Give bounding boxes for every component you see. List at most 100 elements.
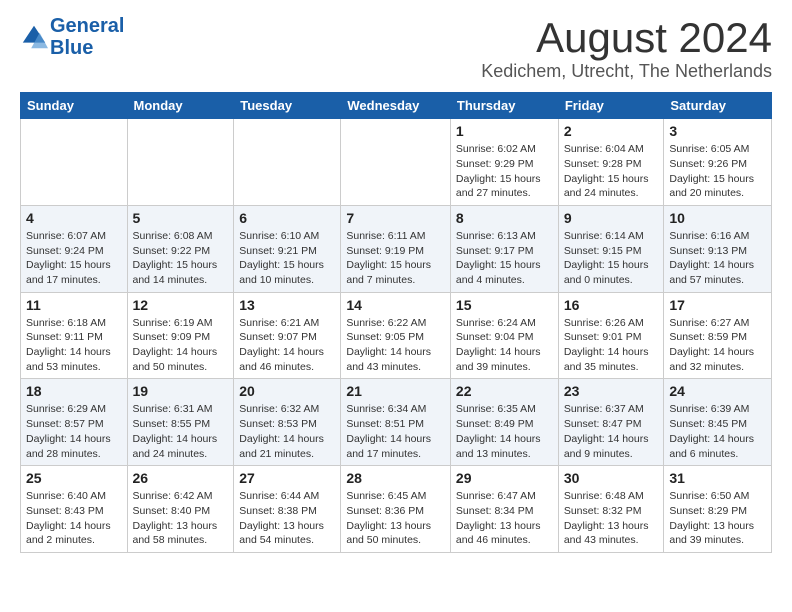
- day-info: Sunrise: 6:02 AM Sunset: 9:29 PM Dayligh…: [456, 142, 553, 201]
- calendar-cell: 3 Sunrise: 6:05 AM Sunset: 9:26 PM Daylig…: [664, 119, 772, 206]
- calendar-week-3: 11Sunrise: 6:18 AM Sunset: 9:11 PM Dayli…: [21, 292, 772, 379]
- day-info: Sunrise: 6:35 AM Sunset: 8:49 PM Dayligh…: [456, 402, 553, 461]
- calendar-cell: 19 Sunrise: 6:31 AM Sunset: 8:55 PM Dayli…: [127, 379, 234, 466]
- calendar-cell: 2 Sunrise: 6:04 AM Sunset: 9:28 PM Daylig…: [558, 119, 664, 206]
- day-number: 16: [564, 297, 659, 313]
- day-info: Sunrise: 6:21 AM Sunset: 9:07 PM Dayligh…: [239, 316, 335, 375]
- calendar-cell: 8 Sunrise: 6:13 AM Sunset: 9:17 PM Daylig…: [450, 205, 558, 292]
- day-info: Sunrise: 6:42 AM Sunset: 8:40 PM Dayligh…: [133, 489, 229, 548]
- day-number: 1: [456, 123, 553, 139]
- title-block: August 2024 Kedichem, Utrecht, The Nethe…: [481, 15, 772, 82]
- calendar-cell: 15Sunrise: 6:24 AM Sunset: 9:04 PM Dayli…: [450, 292, 558, 379]
- day-info: Sunrise: 6:24 AM Sunset: 9:04 PM Dayligh…: [456, 316, 553, 375]
- calendar-cell: 6Sunrise: 6:10 AM Sunset: 9:21 PM Daylig…: [234, 205, 341, 292]
- day-number: 31: [669, 470, 766, 486]
- day-info: Sunrise: 6:22 AM Sunset: 9:05 PM Dayligh…: [346, 316, 445, 375]
- col-wednesday: Wednesday: [341, 93, 451, 119]
- calendar-cell: 25 Sunrise: 6:40 AM Sunset: 8:43 PM Dayli…: [21, 466, 128, 553]
- subtitle: Kedichem, Utrecht, The Netherlands: [481, 61, 772, 82]
- day-number: 25: [26, 470, 122, 486]
- col-saturday: Saturday: [664, 93, 772, 119]
- day-number: 23: [564, 383, 659, 399]
- col-monday: Monday: [127, 93, 234, 119]
- calendar-cell: 24Sunrise: 6:39 AM Sunset: 8:45 PM Dayli…: [664, 379, 772, 466]
- day-number: 13: [239, 297, 335, 313]
- col-friday: Friday: [558, 93, 664, 119]
- day-info: Sunrise: 6:50 AM Sunset: 8:29 PM Dayligh…: [669, 489, 766, 548]
- calendar-week-2: 4 Sunrise: 6:07 AM Sunset: 9:24 PM Daylig…: [21, 205, 772, 292]
- day-info: Sunrise: 6:16 AM Sunset: 9:13 PM Dayligh…: [669, 229, 766, 288]
- col-tuesday: Tuesday: [234, 93, 341, 119]
- day-number: 27: [239, 470, 335, 486]
- calendar-cell: 1 Sunrise: 6:02 AM Sunset: 9:29 PM Daylig…: [450, 119, 558, 206]
- day-number: 22: [456, 383, 553, 399]
- day-number: 19: [133, 383, 229, 399]
- calendar-cell: 4 Sunrise: 6:07 AM Sunset: 9:24 PM Daylig…: [21, 205, 128, 292]
- col-sunday: Sunday: [21, 93, 128, 119]
- header: General Blue August 2024 Kedichem, Utrec…: [20, 15, 772, 82]
- main-title: August 2024: [481, 15, 772, 61]
- calendar-cell: 22 Sunrise: 6:35 AM Sunset: 8:49 PM Dayli…: [450, 379, 558, 466]
- calendar-cell: 14Sunrise: 6:22 AM Sunset: 9:05 PM Dayli…: [341, 292, 451, 379]
- day-info: Sunrise: 6:29 AM Sunset: 8:57 PM Dayligh…: [26, 402, 122, 461]
- day-number: 10: [669, 210, 766, 226]
- day-number: 3: [669, 123, 766, 139]
- day-info: Sunrise: 6:19 AM Sunset: 9:09 PM Dayligh…: [133, 316, 229, 375]
- calendar-cell: 30 Sunrise: 6:48 AM Sunset: 8:32 PM Dayli…: [558, 466, 664, 553]
- calendar-week-1: 1 Sunrise: 6:02 AM Sunset: 9:29 PM Daylig…: [21, 119, 772, 206]
- calendar-cell: 10 Sunrise: 6:16 AM Sunset: 9:13 PM Dayli…: [664, 205, 772, 292]
- page: General Blue August 2024 Kedichem, Utrec…: [0, 0, 792, 568]
- calendar-week-4: 18Sunrise: 6:29 AM Sunset: 8:57 PM Dayli…: [21, 379, 772, 466]
- day-info: Sunrise: 6:39 AM Sunset: 8:45 PM Dayligh…: [669, 402, 766, 461]
- col-thursday: Thursday: [450, 93, 558, 119]
- calendar-cell: 9Sunrise: 6:14 AM Sunset: 9:15 PM Daylig…: [558, 205, 664, 292]
- calendar-cell: 13 Sunrise: 6:21 AM Sunset: 9:07 PM Dayli…: [234, 292, 341, 379]
- day-info: Sunrise: 6:37 AM Sunset: 8:47 PM Dayligh…: [564, 402, 659, 461]
- day-info: Sunrise: 6:32 AM Sunset: 8:53 PM Dayligh…: [239, 402, 335, 461]
- day-info: Sunrise: 6:34 AM Sunset: 8:51 PM Dayligh…: [346, 402, 445, 461]
- day-number: 12: [133, 297, 229, 313]
- day-number: 2: [564, 123, 659, 139]
- calendar-cell: 17Sunrise: 6:27 AM Sunset: 8:59 PM Dayli…: [664, 292, 772, 379]
- calendar-week-5: 25 Sunrise: 6:40 AM Sunset: 8:43 PM Dayli…: [21, 466, 772, 553]
- calendar-cell: 20 Sunrise: 6:32 AM Sunset: 8:53 PM Dayli…: [234, 379, 341, 466]
- day-number: 21: [346, 383, 445, 399]
- day-info: Sunrise: 6:13 AM Sunset: 9:17 PM Dayligh…: [456, 229, 553, 288]
- day-number: 5: [133, 210, 229, 226]
- calendar-cell: 26Sunrise: 6:42 AM Sunset: 8:40 PM Dayli…: [127, 466, 234, 553]
- calendar-cell: 16 Sunrise: 6:26 AM Sunset: 9:01 PM Dayli…: [558, 292, 664, 379]
- calendar-cell: [127, 119, 234, 206]
- calendar-cell: 29 Sunrise: 6:47 AM Sunset: 8:34 PM Dayli…: [450, 466, 558, 553]
- day-info: Sunrise: 6:05 AM Sunset: 9:26 PM Dayligh…: [669, 142, 766, 201]
- calendar-cell: 5Sunrise: 6:08 AM Sunset: 9:22 PM Daylig…: [127, 205, 234, 292]
- day-number: 8: [456, 210, 553, 226]
- calendar-cell: 18Sunrise: 6:29 AM Sunset: 8:57 PM Dayli…: [21, 379, 128, 466]
- day-number: 29: [456, 470, 553, 486]
- calendar-cell: 28Sunrise: 6:45 AM Sunset: 8:36 PM Dayli…: [341, 466, 451, 553]
- logo-icon: [20, 23, 48, 51]
- day-number: 6: [239, 210, 335, 226]
- day-number: 11: [26, 297, 122, 313]
- day-info: Sunrise: 6:14 AM Sunset: 9:15 PM Dayligh…: [564, 229, 659, 288]
- calendar-cell: 11Sunrise: 6:18 AM Sunset: 9:11 PM Dayli…: [21, 292, 128, 379]
- day-number: 7: [346, 210, 445, 226]
- logo-text: General Blue: [50, 15, 124, 59]
- calendar-cell: [341, 119, 451, 206]
- day-info: Sunrise: 6:07 AM Sunset: 9:24 PM Dayligh…: [26, 229, 122, 288]
- day-info: Sunrise: 6:40 AM Sunset: 8:43 PM Dayligh…: [26, 489, 122, 548]
- calendar-cell: [21, 119, 128, 206]
- calendar-cell: 7Sunrise: 6:11 AM Sunset: 9:19 PM Daylig…: [341, 205, 451, 292]
- day-number: 30: [564, 470, 659, 486]
- calendar-cell: 27Sunrise: 6:44 AM Sunset: 8:38 PM Dayli…: [234, 466, 341, 553]
- day-info: Sunrise: 6:48 AM Sunset: 8:32 PM Dayligh…: [564, 489, 659, 548]
- day-info: Sunrise: 6:04 AM Sunset: 9:28 PM Dayligh…: [564, 142, 659, 201]
- day-info: Sunrise: 6:26 AM Sunset: 9:01 PM Dayligh…: [564, 316, 659, 375]
- calendar-cell: 31 Sunrise: 6:50 AM Sunset: 8:29 PM Dayli…: [664, 466, 772, 553]
- day-info: Sunrise: 6:31 AM Sunset: 8:55 PM Dayligh…: [133, 402, 229, 461]
- calendar-header-row: Sunday Monday Tuesday Wednesday Thursday…: [21, 93, 772, 119]
- day-info: Sunrise: 6:47 AM Sunset: 8:34 PM Dayligh…: [456, 489, 553, 548]
- day-number: 20: [239, 383, 335, 399]
- calendar-cell: 12 Sunrise: 6:19 AM Sunset: 9:09 PM Dayli…: [127, 292, 234, 379]
- calendar-cell: 21 Sunrise: 6:34 AM Sunset: 8:51 PM Dayli…: [341, 379, 451, 466]
- day-number: 4: [26, 210, 122, 226]
